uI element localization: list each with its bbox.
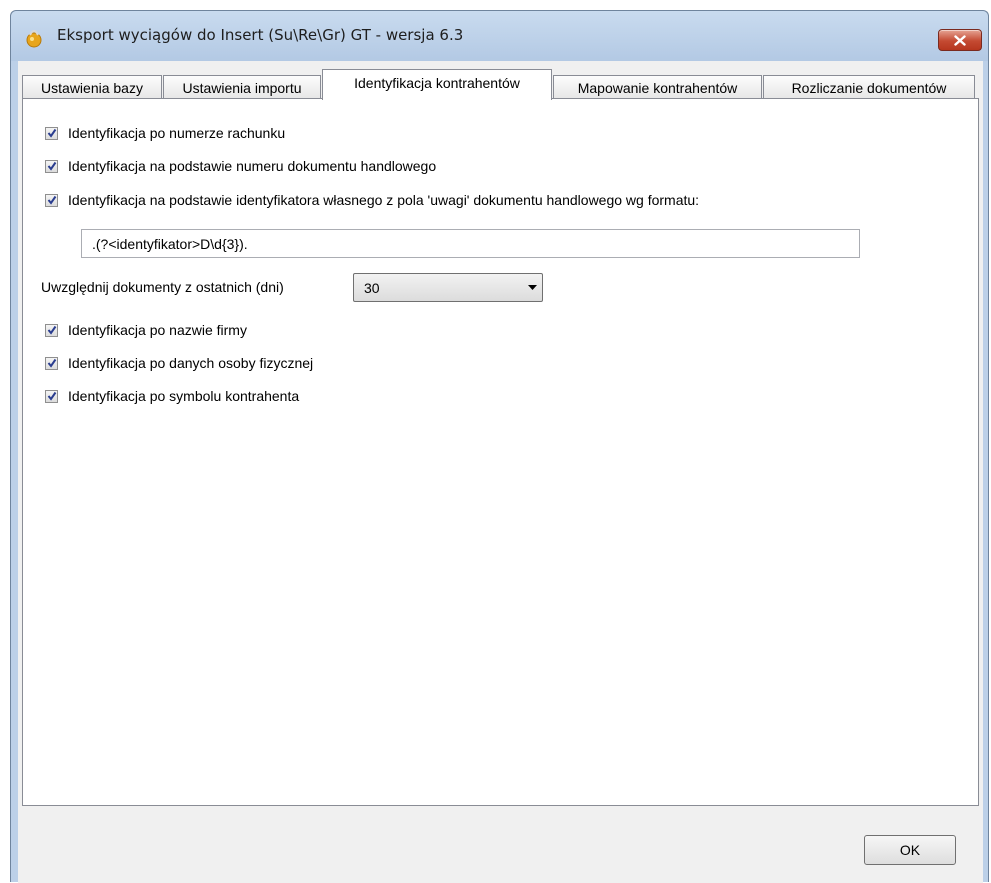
checkbox[interactable]: [45, 126, 58, 140]
tab-strip: Ustawienia bazy Ustawienia importu Ident…: [22, 69, 983, 100]
dialog-window: Eksport wyciągów do Insert (Su\Re\Gr) GT…: [10, 10, 989, 883]
check-label: Identyfikacja po symbolu kontrahenta: [68, 388, 300, 404]
tab-panel-identyfikacja: Identyfikacja po numerze rachunku Identy…: [22, 98, 979, 806]
checkmark-icon: [47, 358, 56, 368]
check-label: Identyfikacja na podstawie numeru dokume…: [68, 158, 437, 174]
tab-ustawienia-importu[interactable]: Ustawienia importu: [163, 75, 321, 99]
format-input[interactable]: [81, 229, 860, 258]
check-numer-dokumentu[interactable]: Identyfikacja na podstawie numeru dokume…: [45, 156, 436, 176]
tab-identyfikacja-kontrahentow[interactable]: Identyfikacja kontrahentów: [322, 69, 552, 100]
window-title: Eksport wyciągów do Insert (Su\Re\Gr) GT…: [57, 26, 464, 44]
check-symbol-kontrahenta[interactable]: Identyfikacja po symbolu kontrahenta: [45, 386, 299, 406]
check-nazwa-firmy[interactable]: Identyfikacja po nazwie firmy: [45, 320, 247, 340]
checkbox[interactable]: [45, 356, 58, 370]
close-x-icon: [954, 34, 966, 46]
dropdown-arrow-icon: [522, 285, 542, 290]
ok-button[interactable]: OK: [864, 835, 956, 865]
tab-mapowanie-kontrahentow[interactable]: Mapowanie kontrahentów: [553, 75, 762, 99]
checkmark-icon: [47, 195, 56, 205]
check-label: Identyfikacja po numerze rachunku: [68, 125, 286, 141]
checkmark-icon: [47, 161, 56, 171]
title-bar[interactable]: Eksport wyciągów do Insert (Su\Re\Gr) GT…: [11, 11, 988, 61]
check-identyfikator-uwagi[interactable]: Identyfikacja na podstawie identyfikator…: [45, 190, 699, 210]
close-button[interactable]: [938, 29, 982, 51]
checkmark-icon: [47, 325, 56, 335]
checkbox[interactable]: [45, 323, 58, 337]
checkmark-icon: [47, 391, 56, 401]
check-osoba-fizyczna[interactable]: Identyfikacja po danych osoby fizycznej: [45, 353, 313, 373]
checkbox[interactable]: [45, 389, 58, 403]
tab-rozliczanie-dokumentow[interactable]: Rozliczanie dokumentów: [763, 75, 975, 99]
padlock-app-icon: [23, 26, 45, 48]
days-select[interactable]: 30: [353, 273, 543, 302]
tab-label: Identyfikacja kontrahentów: [354, 75, 520, 91]
check-label: Identyfikacja na podstawie identyfikator…: [68, 192, 700, 208]
client-area: Ustawienia bazy Ustawienia importu Ident…: [18, 61, 983, 883]
checkbox[interactable]: [45, 193, 58, 207]
check-label: Identyfikacja po nazwie firmy: [68, 322, 247, 338]
tab-label: Rozliczanie dokumentów: [791, 79, 947, 96]
tab-label: Mapowanie kontrahentów: [577, 79, 738, 96]
tab-ustawienia-bazy[interactable]: Ustawienia bazy: [22, 75, 162, 99]
days-value: 30: [364, 279, 380, 296]
checkmark-icon: [47, 128, 56, 138]
tab-label: Ustawienia bazy: [41, 79, 143, 96]
days-label: Uwzględnij dokumenty z ostatnich (dni): [41, 279, 284, 295]
check-label: Identyfikacja po danych osoby fizycznej: [68, 355, 314, 371]
tab-label: Ustawienia importu: [182, 79, 302, 96]
check-numer-rachunku[interactable]: Identyfikacja po numerze rachunku: [45, 123, 285, 143]
checkbox[interactable]: [45, 159, 58, 173]
